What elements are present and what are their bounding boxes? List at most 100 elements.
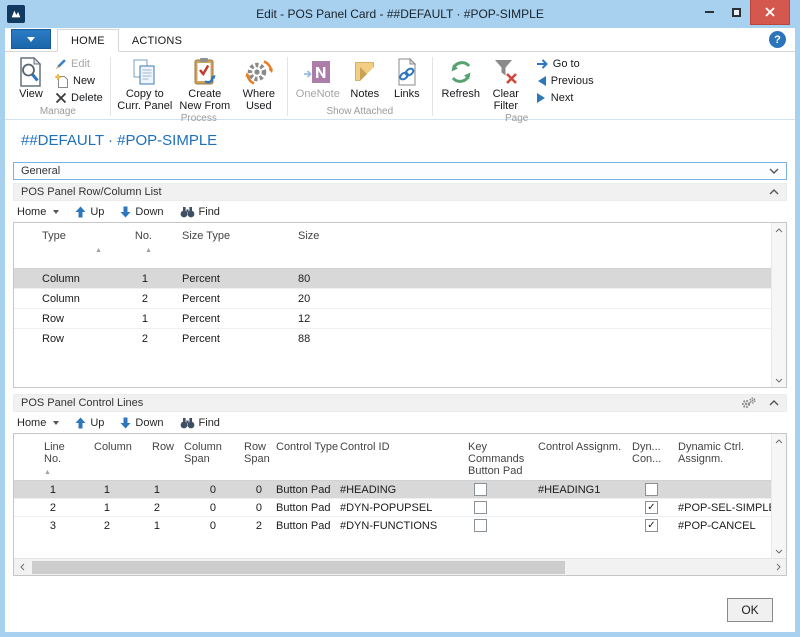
toolbar-up-button[interactable]: Up: [75, 206, 104, 218]
cell-row[interactable]: 1: [116, 520, 166, 532]
fasttab-row-column-list[interactable]: POS Panel Row/Column List: [13, 183, 787, 201]
cell-size[interactable]: 80: [298, 273, 398, 285]
dyn-con-checkbox[interactable]: [645, 483, 658, 496]
maximize-button[interactable]: [723, 0, 750, 24]
app-logo-icon[interactable]: [7, 5, 25, 23]
cell-size[interactable]: 88: [298, 333, 398, 345]
cell-column-span[interactable]: 0: [166, 484, 222, 496]
cell-row-span[interactable]: 0: [222, 502, 270, 514]
table-row[interactable]: Row2Percent88: [14, 328, 786, 348]
scroll-right-arrow[interactable]: [770, 563, 786, 571]
toolbar-find-button[interactable]: Find: [180, 206, 220, 218]
cell-type[interactable]: Column: [14, 293, 110, 305]
column-header-row[interactable]: Row: [116, 441, 166, 480]
column-header-dyn-con[interactable]: Dyn... Con...: [630, 441, 670, 480]
dyn-con-checkbox[interactable]: ✓: [645, 501, 658, 514]
fasttab-control-lines[interactable]: POS Panel Control Lines: [13, 394, 787, 412]
create-new-from-button[interactable]: Create New From: [175, 54, 235, 113]
cell-control-id[interactable]: #DYN-POPUPSEL: [340, 502, 466, 514]
new-button[interactable]: New: [52, 72, 106, 89]
cell-column-span[interactable]: 0: [166, 520, 222, 532]
tab-actions[interactable]: ACTIONS: [119, 30, 195, 51]
column-header-control-assignm[interactable]: Control Assignm.: [538, 441, 630, 480]
cell-dynamic-ctrl-assignm[interactable]: #POP-SEL-SIMPLE: [670, 502, 786, 514]
toolbar-find-button[interactable]: Find: [180, 417, 220, 429]
table-row[interactable]: 11100Button Pad#HEADING#HEADING1: [14, 480, 786, 498]
minimize-button[interactable]: [696, 0, 723, 24]
column-header-size-type[interactable]: Size Type: [156, 230, 298, 268]
cell-size-type[interactable]: Percent: [156, 313, 298, 325]
column-header-key-commands[interactable]: Key Commands Button Pad: [466, 441, 538, 480]
column-header-control-id[interactable]: Control ID: [340, 441, 466, 480]
refresh-button[interactable]: Refresh: [437, 54, 485, 100]
cell-control-assignm[interactable]: #HEADING1: [538, 484, 630, 496]
cell-size[interactable]: 12: [298, 313, 398, 325]
cell-row[interactable]: 2: [116, 502, 166, 514]
help-button[interactable]: ?: [769, 31, 786, 48]
key-commands-checkbox[interactable]: [474, 519, 487, 532]
toolbar-home-menu[interactable]: Home: [17, 206, 59, 218]
cell-column[interactable]: 1: [66, 484, 116, 496]
where-used-button[interactable]: Where Used: [235, 54, 283, 113]
cell-type[interactable]: Row: [14, 313, 110, 325]
table-row[interactable]: Row1Percent12: [14, 308, 786, 328]
table-row[interactable]: 32102Button Pad#DYN-FUNCTIONS✓#POP-CANCE…: [14, 516, 786, 534]
cell-control-id[interactable]: #HEADING: [340, 484, 466, 496]
cell-line-no[interactable]: 1: [14, 484, 66, 496]
cell-type[interactable]: Column: [14, 273, 110, 285]
key-commands-checkbox[interactable]: [474, 483, 487, 496]
cell-no[interactable]: 1: [110, 273, 156, 285]
cell-size-type[interactable]: Percent: [156, 293, 298, 305]
cell-row[interactable]: 1: [116, 484, 166, 496]
cell-line-no[interactable]: 2: [14, 502, 66, 514]
column-header-type[interactable]: Type ▲: [14, 230, 110, 268]
goto-button[interactable]: Go to: [533, 55, 597, 72]
tab-home[interactable]: HOME: [57, 29, 119, 52]
ok-button[interactable]: OK: [727, 598, 773, 622]
column-header-dynamic-ctrl-assignm[interactable]: Dynamic Ctrl. Assignm.: [670, 441, 786, 480]
clear-filter-button[interactable]: Clear Filter: [485, 54, 527, 113]
app-menu-button[interactable]: [11, 29, 51, 49]
dyn-con-checkbox[interactable]: ✓: [645, 519, 658, 532]
cell-no[interactable]: 2: [110, 293, 156, 305]
table-row[interactable]: Column2Percent20: [14, 288, 786, 308]
column-header-line-no[interactable]: Line No. ▲: [14, 441, 66, 480]
notes-button[interactable]: Notes: [344, 54, 386, 100]
scroll-up-arrow[interactable]: [772, 223, 786, 237]
view-button[interactable]: View: [10, 54, 52, 100]
scroll-left-arrow[interactable]: [14, 563, 30, 571]
cell-no[interactable]: 1: [110, 313, 156, 325]
delete-button[interactable]: Delete: [52, 89, 106, 106]
cell-no[interactable]: 2: [110, 333, 156, 345]
horizontal-scrollbar[interactable]: [14, 558, 786, 575]
toolbar-down-button[interactable]: Down: [120, 206, 163, 218]
copy-to-curr-panel-button[interactable]: Copy to Curr. Panel: [115, 54, 175, 113]
cell-row-span[interactable]: 2: [222, 520, 270, 532]
key-commands-checkbox[interactable]: [474, 501, 487, 514]
column-header-column[interactable]: Column: [66, 441, 116, 480]
cell-dynamic-ctrl-assignm[interactable]: #POP-CANCEL: [670, 520, 786, 532]
toolbar-home-menu[interactable]: Home: [17, 417, 59, 429]
column-header-column-span[interactable]: Column Span: [166, 441, 222, 480]
customize-gears-icon[interactable]: [741, 397, 757, 409]
cell-control-id[interactable]: #DYN-FUNCTIONS: [340, 520, 466, 532]
fasttab-general[interactable]: General: [13, 162, 787, 180]
scroll-down-arrow[interactable]: [772, 373, 786, 387]
toolbar-down-button[interactable]: Down: [120, 417, 163, 429]
column-header-control-type[interactable]: Control Type: [270, 441, 340, 480]
scroll-up-arrow[interactable]: [772, 434, 786, 448]
onenote-button[interactable]: OneNote: [292, 54, 344, 100]
close-button[interactable]: [750, 0, 790, 25]
column-header-row-span[interactable]: Row Span: [222, 441, 270, 480]
scroll-down-arrow[interactable]: [772, 544, 786, 558]
scrollbar-thumb[interactable]: [32, 561, 565, 574]
table-row[interactable]: 21200Button Pad#DYN-POPUPSEL✓#POP-SEL-SI…: [14, 498, 786, 516]
cell-row-span[interactable]: 0: [222, 484, 270, 496]
cell-column[interactable]: 2: [66, 520, 116, 532]
cell-type[interactable]: Row: [14, 333, 110, 345]
cell-line-no[interactable]: 3: [14, 520, 66, 532]
cell-control-type[interactable]: Button Pad: [270, 520, 340, 532]
cell-column[interactable]: 1: [66, 502, 116, 514]
cell-column-span[interactable]: 0: [166, 502, 222, 514]
edit-button[interactable]: Edit: [52, 55, 106, 72]
